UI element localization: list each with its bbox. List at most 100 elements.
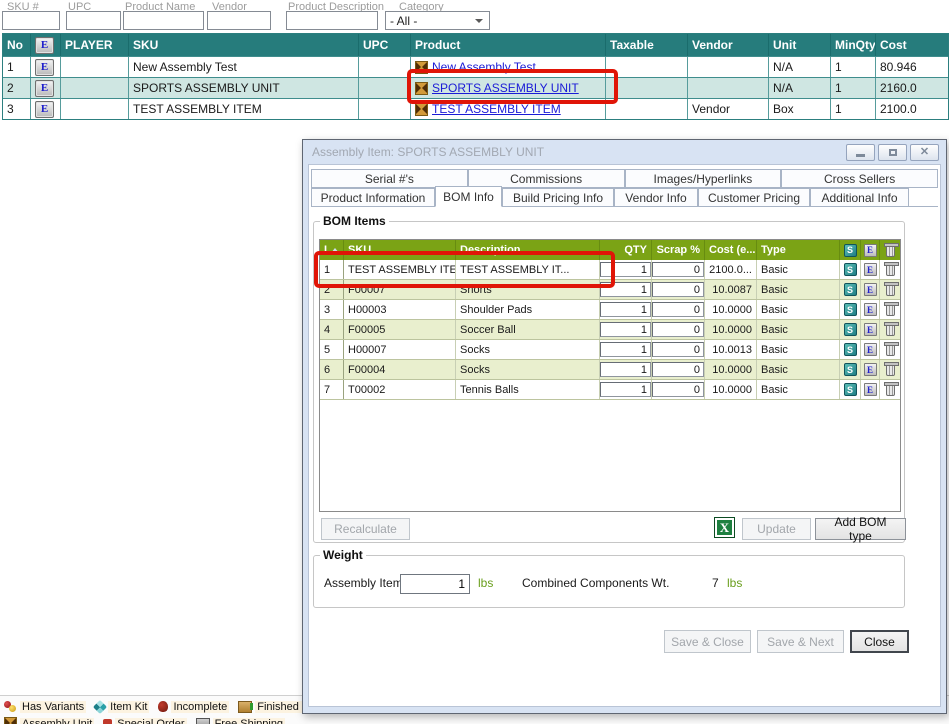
bom-col-cost[interactable]: Cost (e... [705, 240, 757, 260]
assembly-item-weight-input[interactable] [400, 574, 470, 594]
tab-bom-info[interactable]: BOM Info [435, 186, 502, 207]
col-player[interactable]: PLAYER [61, 34, 129, 56]
close-button[interactable]: Close [850, 630, 909, 653]
col-product[interactable]: Product [411, 34, 606, 56]
bom-cell-delete[interactable] [880, 340, 900, 359]
bom-cell-edit[interactable]: E [861, 340, 880, 359]
update-button[interactable]: Update [742, 518, 811, 540]
bom-col-sku[interactable]: SKU [344, 240, 456, 260]
scrap-input[interactable]: 0 [652, 342, 704, 357]
recalculate-button[interactable]: Recalculate [321, 518, 410, 540]
bom-cell-index: 1 [320, 260, 344, 279]
bom-cell-edit[interactable]: E [861, 260, 880, 279]
cell-edit[interactable]: E [31, 57, 61, 77]
cell-edit[interactable]: E [31, 78, 61, 98]
table-row[interactable]: 1 E New Assembly Test New Assembly Test … [3, 56, 948, 77]
tab-images-hyperlinks[interactable]: Images/Hyperlinks [625, 169, 782, 188]
qty-input[interactable]: 1 [600, 262, 651, 277]
cell-edit[interactable]: E [31, 99, 61, 119]
bom-row[interactable]: 3 H00003 Shoulder Pads 1 0 10.0000 Basic… [320, 300, 900, 320]
bom-row[interactable]: 2 F00007 Shorts 1 0 10.0087 Basic S E [320, 280, 900, 300]
qty-input[interactable]: 1 [600, 302, 651, 317]
add-bom-type-button[interactable]: Add BOM type [815, 518, 906, 540]
bom-cell-edit[interactable]: E [861, 360, 880, 379]
bom-cell-edit[interactable]: E [861, 280, 880, 299]
vendor-filter-input[interactable] [207, 11, 271, 30]
bom-cell-substitute[interactable]: S [840, 360, 861, 379]
maximize-button[interactable] [878, 144, 907, 161]
bom-cell-substitute[interactable]: S [840, 280, 861, 299]
qty-input[interactable]: 1 [600, 342, 651, 357]
col-edit-icon[interactable]: E [31, 34, 61, 56]
product-description-filter-input[interactable] [286, 11, 378, 30]
qty-input[interactable]: 1 [600, 322, 651, 337]
bom-col-scrap[interactable]: Scrap % [652, 240, 705, 260]
bom-cell-substitute[interactable]: S [840, 340, 861, 359]
tab-vendor-info[interactable]: Vendor Info [614, 188, 698, 207]
bom-cell-edit[interactable]: E [861, 320, 880, 339]
bom-cell-delete[interactable] [880, 280, 900, 299]
close-window-button[interactable]: ✕ [910, 144, 939, 161]
bom-cell-delete[interactable] [880, 380, 900, 399]
category-select[interactable]: - All - [385, 11, 490, 30]
scrap-input[interactable]: 0 [652, 362, 704, 377]
scrap-input[interactable]: 0 [652, 322, 704, 337]
col-vendor[interactable]: Vendor [688, 34, 769, 56]
bom-cell-edit[interactable]: E [861, 380, 880, 399]
product-link[interactable]: TEST ASSEMBLY ITEM [432, 102, 561, 116]
bom-col-index[interactable]: I [320, 240, 344, 260]
bom-cell-delete[interactable] [880, 360, 900, 379]
bom-cell-delete[interactable] [880, 260, 900, 279]
table-row-selected[interactable]: 2 E SPORTS ASSEMBLY UNIT SPORTS ASSEMBLY… [3, 77, 948, 98]
product-name-filter-input[interactable] [123, 11, 204, 30]
maximize-icon [889, 149, 897, 156]
scrap-input[interactable]: 0 [652, 262, 704, 277]
tab-cross-sellers[interactable]: Cross Sellers [781, 169, 938, 188]
col-taxable[interactable]: Taxable [606, 34, 688, 56]
bom-cell-substitute[interactable]: S [840, 320, 861, 339]
tab-additional-info[interactable]: Additional Info [810, 188, 909, 207]
qty-input[interactable]: 1 [600, 382, 651, 397]
product-link[interactable]: SPORTS ASSEMBLY UNIT [432, 81, 579, 95]
scrap-input[interactable]: 0 [652, 382, 704, 397]
bom-cell-edit[interactable]: E [861, 300, 880, 319]
minimize-button[interactable] [846, 144, 875, 161]
dialog-titlebar[interactable]: Assembly Item: SPORTS ASSEMBLY UNIT ✕ [303, 140, 946, 164]
bom-cell-index: 6 [320, 360, 344, 379]
product-link[interactable]: New Assembly Test [432, 60, 536, 74]
qty-input[interactable]: 1 [600, 282, 651, 297]
col-cost[interactable]: Cost [876, 34, 948, 56]
col-minqty[interactable]: MinQty [831, 34, 876, 56]
bom-cell-delete[interactable] [880, 320, 900, 339]
bom-cell-delete[interactable] [880, 300, 900, 319]
bom-row[interactable]: 1 TEST ASSEMBLY ITEM TEST ASSEMBLY IT...… [320, 260, 900, 280]
table-row[interactable]: 3 E TEST ASSEMBLY ITEM TEST ASSEMBLY ITE… [3, 98, 948, 119]
e-book-icon: E [35, 37, 54, 54]
bom-row[interactable]: 5 H00007 Socks 1 0 10.0013 Basic S E [320, 340, 900, 360]
tab-product-information[interactable]: Product Information [311, 188, 435, 207]
tab-build-pricing-info[interactable]: Build Pricing Info [502, 188, 614, 207]
sku-filter-input[interactable] [2, 11, 60, 30]
bom-col-description[interactable]: Description [456, 240, 600, 260]
col-no[interactable]: No [3, 34, 31, 56]
bom-cell-substitute[interactable]: S [840, 380, 861, 399]
save-close-button[interactable]: Save & Close [664, 630, 751, 653]
qty-input[interactable]: 1 [600, 362, 651, 377]
col-sku[interactable]: SKU [129, 34, 359, 56]
save-next-button[interactable]: Save & Next [757, 630, 844, 653]
bom-cell-type: Basic [757, 300, 840, 319]
upc-filter-input[interactable] [66, 11, 121, 30]
bom-col-type[interactable]: Type [757, 240, 840, 260]
scrap-input[interactable]: 0 [652, 282, 704, 297]
bom-row[interactable]: 7 T00002 Tennis Balls 1 0 10.0000 Basic … [320, 380, 900, 400]
bom-row[interactable]: 4 F00005 Soccer Ball 1 0 10.0000 Basic S… [320, 320, 900, 340]
scrap-input[interactable]: 0 [652, 302, 704, 317]
bom-row[interactable]: 6 F00004 Socks 1 0 10.0000 Basic S E [320, 360, 900, 380]
bom-col-qty[interactable]: QTY [600, 240, 652, 260]
tab-customer-pricing[interactable]: Customer Pricing [698, 188, 810, 207]
bom-cell-substitute[interactable]: S [840, 300, 861, 319]
excel-export-icon[interactable]: X [714, 517, 735, 538]
bom-cell-substitute[interactable]: S [840, 260, 861, 279]
col-upc[interactable]: UPC [359, 34, 411, 56]
col-unit[interactable]: Unit [769, 34, 831, 56]
